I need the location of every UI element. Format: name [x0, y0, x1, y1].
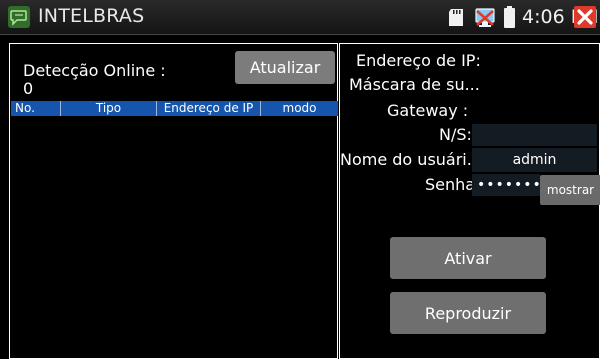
- show-password-button[interactable]: mostrar: [540, 175, 600, 205]
- chat-bubble-icon: [8, 6, 30, 28]
- serial-number-label: N/S:: [439, 125, 472, 144]
- title-bar: INTELBRAS 4:06 PM: [0, 0, 600, 35]
- password-field[interactable]: •••••••: [472, 174, 541, 196]
- column-header-ip-address[interactable]: Endereço de IP: [157, 101, 261, 116]
- username-label: Nome do usuári...: [340, 150, 483, 169]
- play-button[interactable]: Reproduzir: [390, 292, 546, 334]
- column-header-no[interactable]: No.: [11, 101, 61, 116]
- sd-card-icon: [449, 9, 463, 26]
- ip-address-label: Endereço de IP:: [356, 51, 481, 70]
- device-details-panel: Endereço de IP: Máscara de su... Gateway…: [339, 43, 600, 359]
- battery-icon: [504, 6, 515, 28]
- app-title: INTELBRAS: [38, 5, 145, 27]
- close-icon[interactable]: [574, 6, 596, 28]
- column-header-type[interactable]: Tipo: [61, 101, 157, 116]
- device-table-header: No. Tipo Endereço de IP modo: [11, 101, 338, 116]
- update-button[interactable]: Atualizar: [235, 51, 335, 84]
- gateway-label: Gateway :: [387, 101, 469, 120]
- network-icon: [475, 8, 495, 27]
- detection-label: Detecção Online :: [23, 61, 166, 80]
- detection-count: 0: [23, 79, 34, 98]
- subnet-mask-label: Máscara de su...: [349, 75, 480, 94]
- column-header-mode[interactable]: modo: [261, 101, 338, 116]
- username-field[interactable]: admin: [472, 148, 597, 172]
- activate-button[interactable]: Ativar: [390, 237, 546, 279]
- online-detection-panel: Detecção Online : 0 Atualizar No. Tipo E…: [9, 43, 338, 359]
- serial-number-field[interactable]: [472, 124, 597, 146]
